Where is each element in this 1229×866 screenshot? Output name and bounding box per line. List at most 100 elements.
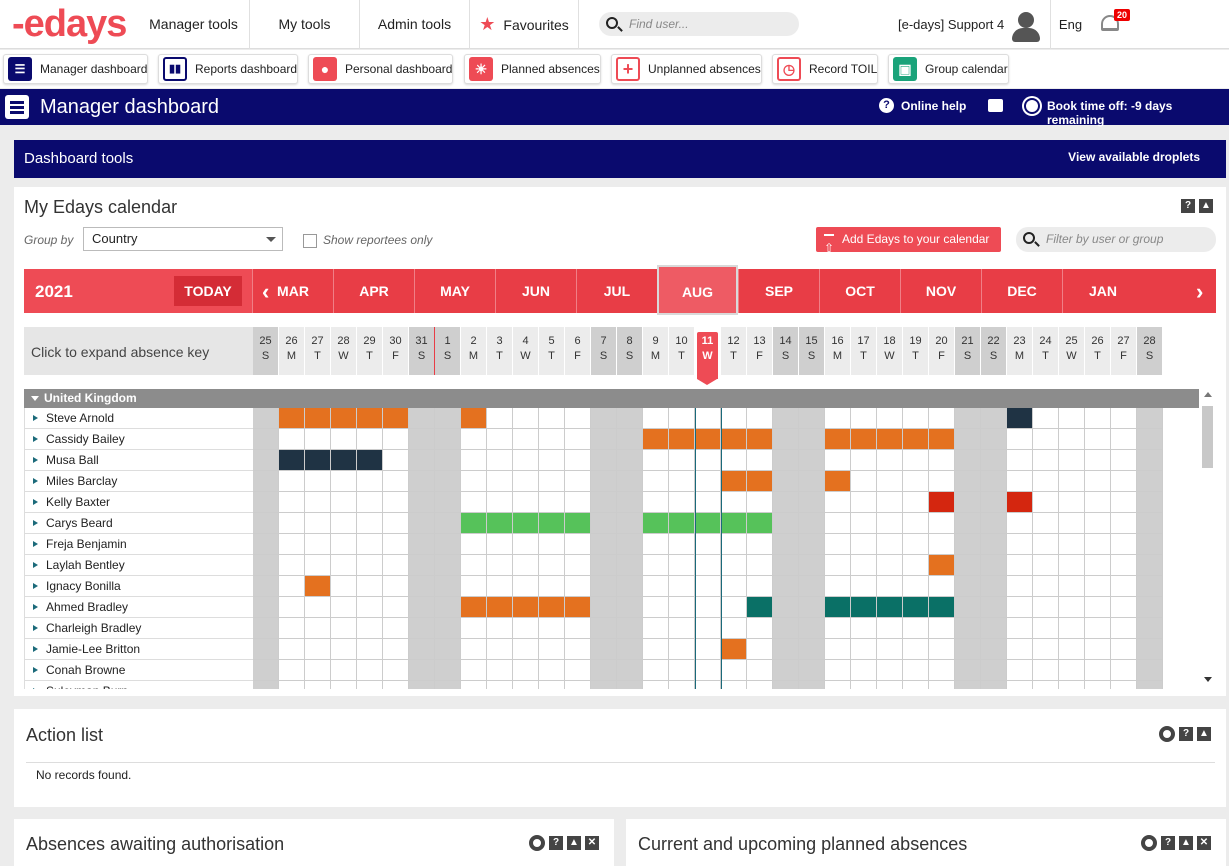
day-cell[interactable] bbox=[695, 681, 721, 689]
day-cell[interactable] bbox=[695, 492, 721, 513]
day-cell[interactable] bbox=[461, 471, 487, 492]
day-cell[interactable] bbox=[1007, 639, 1033, 660]
day-cell[interactable] bbox=[721, 576, 747, 597]
day-cell[interactable] bbox=[721, 597, 747, 618]
day-cell[interactable] bbox=[565, 660, 591, 681]
day-cell[interactable] bbox=[513, 681, 539, 689]
day-cell[interactable] bbox=[669, 681, 695, 689]
absence-cell[interactable] bbox=[669, 429, 695, 450]
day-cell[interactable] bbox=[409, 534, 435, 555]
day-cell[interactable] bbox=[1007, 429, 1033, 450]
day-cell[interactable] bbox=[903, 408, 929, 429]
day-cell[interactable] bbox=[409, 513, 435, 534]
day-cell[interactable] bbox=[565, 534, 591, 555]
day-cell[interactable] bbox=[591, 639, 617, 660]
day-cell[interactable] bbox=[955, 534, 981, 555]
day-cell[interactable] bbox=[1085, 576, 1111, 597]
nav-favourites[interactable]: ★ Favourites bbox=[469, 0, 579, 49]
day-cell[interactable] bbox=[1059, 408, 1085, 429]
day-cell[interactable] bbox=[695, 576, 721, 597]
day-cell[interactable] bbox=[929, 660, 955, 681]
day-cell[interactable] bbox=[695, 660, 721, 681]
day-cell[interactable] bbox=[721, 450, 747, 471]
day-cell[interactable] bbox=[461, 660, 487, 681]
day-cell[interactable] bbox=[929, 576, 955, 597]
expand-triangle-icon[interactable] bbox=[33, 499, 38, 505]
day-cell[interactable] bbox=[539, 660, 565, 681]
day-cell[interactable] bbox=[617, 639, 643, 660]
day-cell[interactable] bbox=[435, 618, 461, 639]
employee-name[interactable]: Musa Ball bbox=[24, 450, 253, 471]
day-cell[interactable] bbox=[461, 555, 487, 576]
day-cell[interactable] bbox=[721, 660, 747, 681]
absence-cell[interactable] bbox=[565, 513, 591, 534]
day-cell[interactable] bbox=[825, 513, 851, 534]
day-cell[interactable] bbox=[929, 450, 955, 471]
day-cell[interactable] bbox=[825, 618, 851, 639]
day-cell[interactable] bbox=[851, 471, 877, 492]
employee-name[interactable]: Ahmed Bradley bbox=[24, 597, 253, 618]
day-cell[interactable] bbox=[357, 534, 383, 555]
day-cell[interactable] bbox=[487, 681, 513, 689]
absence-cell[interactable] bbox=[669, 513, 695, 534]
day-cell[interactable] bbox=[409, 408, 435, 429]
day-cell[interactable] bbox=[617, 450, 643, 471]
day-cell[interactable] bbox=[1059, 555, 1085, 576]
day-cell[interactable] bbox=[617, 513, 643, 534]
gear-icon[interactable] bbox=[1141, 835, 1157, 851]
day-cell[interactable] bbox=[747, 660, 773, 681]
day-cell[interactable] bbox=[903, 639, 929, 660]
day-cell[interactable] bbox=[929, 639, 955, 660]
day-cell[interactable] bbox=[409, 429, 435, 450]
day-cell[interactable] bbox=[799, 681, 825, 689]
day-cell[interactable] bbox=[929, 681, 955, 689]
day-cell[interactable] bbox=[409, 660, 435, 681]
scroll-thumb[interactable] bbox=[1202, 406, 1213, 468]
day-cell[interactable] bbox=[1033, 492, 1059, 513]
day-cell[interactable] bbox=[903, 534, 929, 555]
day-cell[interactable] bbox=[903, 555, 929, 576]
day-cell[interactable] bbox=[1059, 492, 1085, 513]
day-cell[interactable] bbox=[383, 471, 409, 492]
employee-name[interactable]: Laylah Bentley bbox=[24, 555, 253, 576]
day-cell[interactable] bbox=[461, 492, 487, 513]
day-cell[interactable] bbox=[591, 450, 617, 471]
day-cell[interactable] bbox=[903, 450, 929, 471]
day-cell[interactable] bbox=[591, 429, 617, 450]
day-cell[interactable] bbox=[851, 576, 877, 597]
day-cell[interactable] bbox=[1111, 681, 1137, 689]
day-cell[interactable] bbox=[721, 492, 747, 513]
day-cell[interactable] bbox=[279, 429, 305, 450]
day-cell[interactable] bbox=[383, 513, 409, 534]
day-cell[interactable] bbox=[357, 660, 383, 681]
day-cell[interactable] bbox=[1111, 450, 1137, 471]
day-cell[interactable] bbox=[981, 471, 1007, 492]
day-cell[interactable] bbox=[279, 513, 305, 534]
day-cell[interactable] bbox=[487, 471, 513, 492]
day-cell[interactable] bbox=[1033, 576, 1059, 597]
day-cell[interactable] bbox=[955, 618, 981, 639]
day-cell[interactable] bbox=[955, 660, 981, 681]
day-cell[interactable] bbox=[955, 408, 981, 429]
day-cell[interactable] bbox=[1033, 429, 1059, 450]
absence-cell[interactable] bbox=[487, 513, 513, 534]
day-cell[interactable] bbox=[1033, 534, 1059, 555]
day-cell[interactable] bbox=[747, 681, 773, 689]
day-cell[interactable] bbox=[513, 534, 539, 555]
month-tab[interactable]: AUG bbox=[657, 265, 738, 315]
close-icon[interactable]: ✕ bbox=[585, 836, 599, 850]
day-cell[interactable] bbox=[253, 429, 279, 450]
day-cell[interactable] bbox=[409, 555, 435, 576]
view-droplets-link[interactable]: View available droplets bbox=[1068, 150, 1200, 164]
day-cell[interactable] bbox=[747, 492, 773, 513]
day-cell[interactable] bbox=[903, 492, 929, 513]
day-cell[interactable] bbox=[1085, 555, 1111, 576]
day-cell[interactable] bbox=[981, 429, 1007, 450]
day-cell[interactable] bbox=[877, 555, 903, 576]
day-cell[interactable] bbox=[747, 555, 773, 576]
day-cell[interactable] bbox=[591, 492, 617, 513]
day-cell[interactable] bbox=[981, 660, 1007, 681]
employee-name[interactable]: Jamie-Lee Britton bbox=[24, 639, 253, 660]
day-cell[interactable] bbox=[1059, 639, 1085, 660]
absence-cell[interactable] bbox=[903, 597, 929, 618]
